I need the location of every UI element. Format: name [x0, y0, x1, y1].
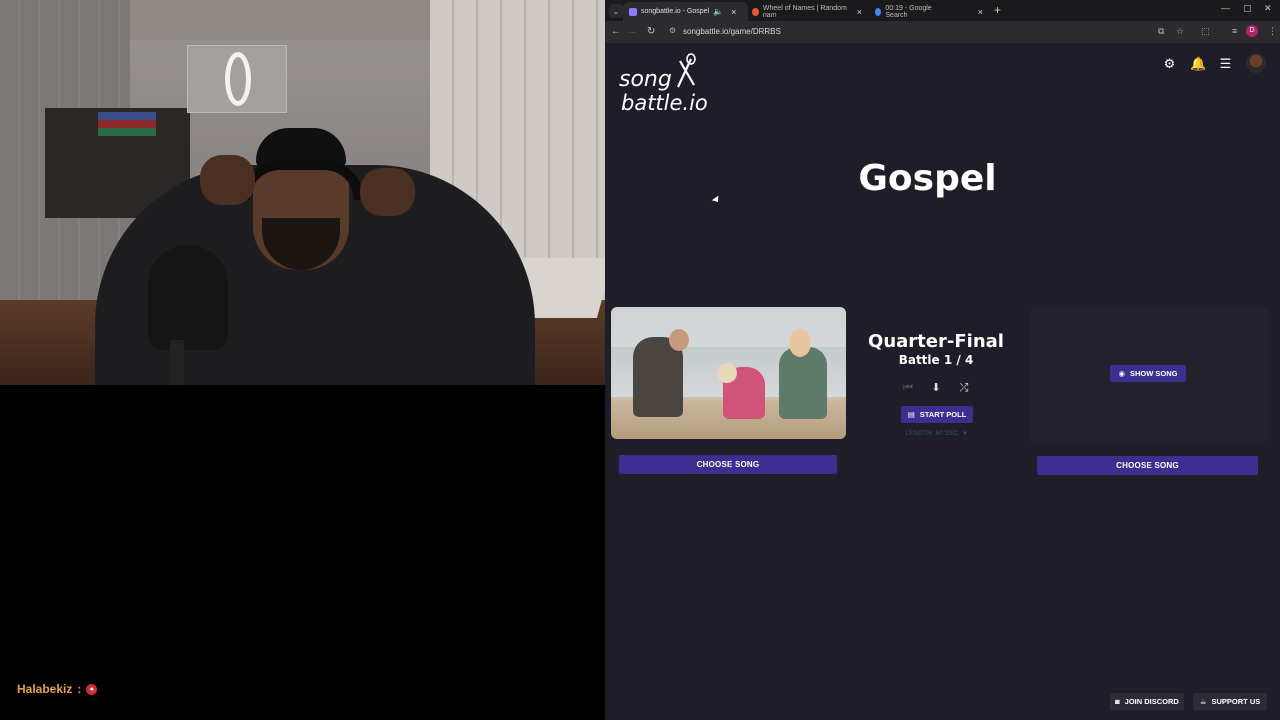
chat-separator: :	[77, 682, 82, 696]
close-tab-icon[interactable]: ×	[731, 7, 736, 17]
logo-text-song: song	[619, 67, 672, 92]
choose-song-right-button[interactable]: CHOOSE SONG	[1037, 456, 1258, 475]
install-app-icon[interactable]: ⧉	[1158, 26, 1164, 37]
header-actions: ⚙ 🔔 ☰	[1162, 53, 1266, 73]
category-title: Gospel	[858, 158, 997, 199]
start-poll-button[interactable]: ▤ START POLL	[901, 406, 973, 423]
browser-menu-icon[interactable]: ⋮	[1268, 26, 1277, 37]
shuffle-icon[interactable]: ⤮	[957, 381, 971, 395]
url-text[interactable]: songbattle.io/game/DRRBS	[683, 27, 781, 36]
songbattle-page: song battle.io ⚙ 🔔 ☰ Gospel CHOOSE SONG …	[605, 43, 1280, 720]
new-tab-button[interactable]: +	[994, 4, 1001, 16]
close-tab-icon[interactable]: ×	[857, 7, 862, 17]
tab-search-icon[interactable]: ⌄	[609, 4, 623, 18]
right-hand	[360, 168, 415, 216]
start-poll-label: START POLL	[919, 410, 967, 419]
browser-window: ⌄ songbattle.io - Gospel 🔈 × Wheel of Na…	[605, 0, 1280, 720]
wall-poster	[187, 45, 287, 113]
tab-songbattle[interactable]: songbattle.io - Gospel 🔈 ×	[623, 2, 748, 21]
tab-title: Wheel of Names | Random nam	[762, 4, 847, 19]
songbattle-favicon-icon	[629, 7, 637, 16]
poll-icon: ▤	[907, 410, 915, 419]
download-icon[interactable]: ⬇	[929, 381, 943, 395]
support-us-label: SUPPORT US	[1211, 697, 1261, 706]
battle-info: Quarter-Final Battle 1 / 4	[846, 331, 1026, 367]
tab-title: 00:19 - Google Search	[885, 4, 932, 19]
bookmark-star-icon[interactable]: ☆	[1176, 26, 1184, 37]
minimize-icon[interactable]: —	[1221, 3, 1230, 13]
battle-controls: ⏮ ⬇ ⤮	[901, 381, 971, 395]
round-name: Quarter-Final	[868, 331, 1004, 352]
address-bar[interactable]: ⚙ songbattle.io/game/DRRBS	[663, 24, 1153, 40]
wheel-favicon-icon	[752, 7, 759, 16]
chat-message: Halabekiz : ●	[17, 682, 98, 696]
close-tab-icon[interactable]: ×	[978, 7, 983, 17]
speaker-icon[interactable]: 🔈	[713, 7, 723, 16]
support-icon: ☕	[1199, 697, 1207, 706]
chat-emote-icon: ●	[86, 683, 98, 695]
logo-microphone-icon	[677, 53, 696, 88]
media-control-icon[interactable]: ≡	[1232, 26, 1237, 36]
songbattle-logo[interactable]: song battle.io	[619, 53, 719, 115]
books	[98, 112, 156, 136]
tab-title: songbattle.io - Gospel	[641, 8, 710, 15]
show-song-label: SHOW SONG	[1130, 369, 1178, 378]
google-favicon-icon	[875, 7, 882, 16]
stream-black-area	[0, 385, 605, 720]
support-us-button[interactable]: ☕ SUPPORT US	[1193, 693, 1267, 710]
close-window-icon[interactable]: ✕	[1264, 3, 1272, 14]
length-selector[interactable]: LENGTH: 60 SEC. ▼	[901, 431, 973, 437]
eye-icon: ◉	[1118, 369, 1126, 378]
previous-battle-icon[interactable]: ⏮	[901, 381, 915, 395]
discord-icon: ◙	[1115, 697, 1120, 706]
join-discord-button[interactable]: ◙ JOIN DISCORD	[1110, 693, 1184, 710]
ceiling	[130, 0, 430, 40]
microphone	[148, 245, 228, 350]
show-song-button[interactable]: ◉ SHOW SONG	[1110, 365, 1186, 382]
hamburger-menu-icon[interactable]: ☰	[1218, 56, 1233, 71]
choose-song-left-button[interactable]: CHOOSE SONG	[619, 455, 837, 474]
back-icon[interactable]: ←	[611, 26, 621, 38]
maximize-icon[interactable]: ▢	[1243, 3, 1252, 14]
tab-google-search[interactable]: 00:19 - Google Search ×	[869, 2, 989, 21]
tab-wheel-of-names[interactable]: Wheel of Names | Random nam ×	[746, 2, 868, 21]
join-discord-label: JOIN DISCORD	[1124, 697, 1179, 706]
left-song-thumbnail[interactable]	[611, 307, 846, 439]
logo-text-battle: battle.io	[621, 91, 708, 115]
chat-username: Halabekiz	[17, 682, 73, 696]
settings-gear-icon[interactable]: ⚙	[1162, 56, 1177, 71]
microphone-arm	[170, 340, 184, 385]
headphones	[240, 160, 364, 200]
user-avatar[interactable]	[1246, 53, 1266, 73]
browser-toolbar: ← → ↻ ⚙ songbattle.io/game/DRRBS ⧉ ☆ ⬚ ≡…	[605, 21, 1280, 43]
profile-avatar-icon[interactable]: D	[1246, 25, 1258, 37]
notifications-bell-icon[interactable]: 🔔	[1190, 56, 1206, 71]
left-hand	[200, 155, 255, 205]
reload-icon[interactable]: ↻	[647, 26, 655, 38]
tab-strip: ⌄ songbattle.io - Gospel 🔈 × Wheel of Na…	[605, 0, 1280, 21]
site-info-icon[interactable]: ⚙	[669, 26, 676, 35]
extensions-icon[interactable]: ⬚	[1201, 26, 1210, 37]
battle-progress: Battle 1 / 4	[898, 353, 974, 367]
webcam-feed	[0, 0, 605, 385]
forward-icon[interactable]: →	[627, 26, 637, 38]
